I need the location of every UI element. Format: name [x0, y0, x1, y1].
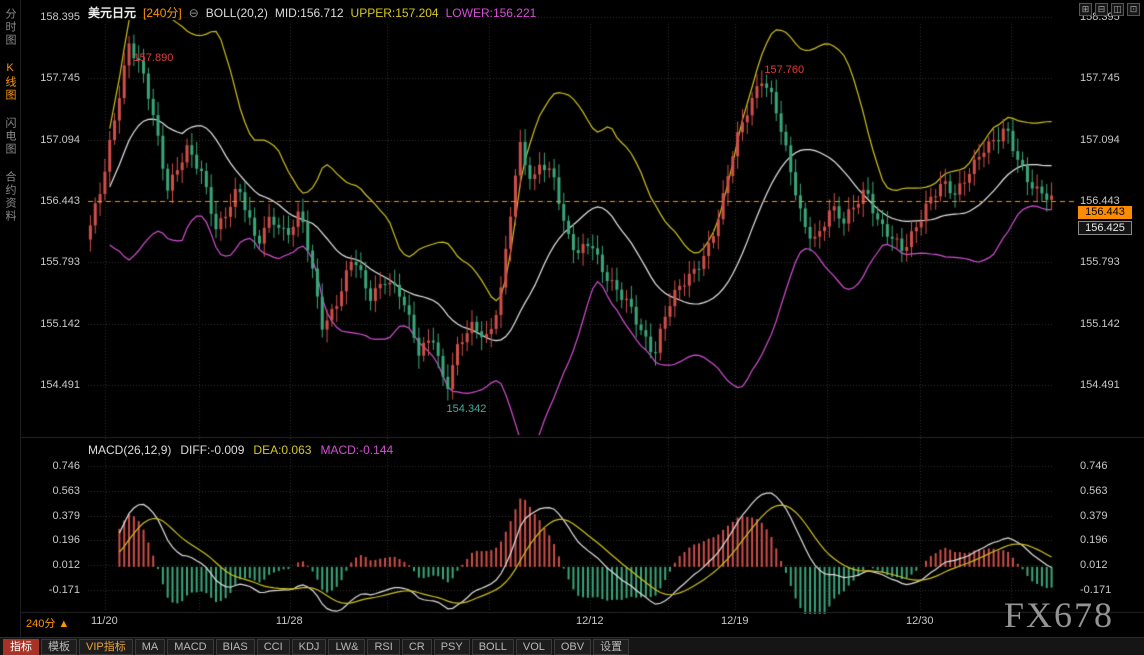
toolbar-item-13[interactable]: VOL: [516, 639, 552, 655]
toolbar-item-0[interactable]: 指标: [3, 639, 39, 655]
layout-split3-icon[interactable]: ◫: [1111, 3, 1124, 16]
chart-canvas[interactable]: [0, 0, 1144, 655]
layout-split2-icon[interactable]: ⊟: [1095, 3, 1108, 16]
chart-app: 158.395158.395157.745157.745157.094157.0…: [0, 0, 1144, 655]
sidebar-item-time-chart[interactable]: 分时图: [2, 8, 18, 47]
chart-header: 美元日元 [240分] ⊖ BOLL(20,2) MID:156.712 UPP…: [88, 4, 536, 21]
toolbar-item-14[interactable]: OBV: [554, 639, 591, 655]
window-layout-icons: ⊞⊟◫⊡: [1079, 3, 1140, 16]
toolbar-item-15[interactable]: 设置: [593, 639, 629, 655]
toolbar-item-7[interactable]: KDJ: [292, 639, 327, 655]
toolbar-item-3[interactable]: MA: [135, 639, 166, 655]
toolbar-item-12[interactable]: BOLL: [472, 639, 514, 655]
period-label[interactable]: [240分]: [143, 4, 182, 21]
period-selector-arrow-icon: ▲: [58, 618, 69, 630]
macd-dea-value: DEA:0.063: [253, 443, 311, 457]
layout-single-icon[interactable]: ⊞: [1079, 3, 1092, 16]
sidebar-item-contract-info[interactable]: 合约资料: [2, 171, 18, 223]
collapse-icon[interactable]: ⊖: [189, 6, 199, 20]
watermark: FX678: [1004, 594, 1114, 636]
boll-lower-value: LOWER:156.221: [446, 6, 537, 20]
sidebar: 分时图 K线图 闪电图 合约资料: [0, 0, 21, 644]
toolbar-item-8[interactable]: LW&: [328, 639, 365, 655]
boll-mid-value: MID:156.712: [275, 6, 344, 20]
layout-split4-icon[interactable]: ⊡: [1127, 3, 1140, 16]
macd-diff-value: DIFF:-0.009: [180, 443, 244, 457]
macd-label: MACD(26,12,9): [88, 443, 171, 457]
toolbar-item-11[interactable]: PSY: [434, 639, 470, 655]
toolbar-item-5[interactable]: BIAS: [216, 639, 255, 655]
sidebar-item-flash-chart[interactable]: 闪电图: [2, 117, 18, 156]
bottom-toolbar: 指标模板VIP指标MAMACDBIASCCIKDJLW&RSICRPSYBOLL…: [0, 637, 1144, 655]
toolbar-item-6[interactable]: CCI: [257, 639, 290, 655]
macd-macd-value: MACD:-0.144: [320, 443, 393, 457]
boll-upper-value: UPPER:157.204: [351, 6, 439, 20]
toolbar-item-2[interactable]: VIP指标: [79, 639, 133, 655]
toolbar-item-10[interactable]: CR: [402, 639, 432, 655]
period-selector-label: 240分: [26, 618, 55, 630]
period-selector[interactable]: 240分 ▲: [26, 615, 69, 631]
toolbar-item-1[interactable]: 模板: [41, 639, 77, 655]
sidebar-item-kline-chart[interactable]: K线图: [2, 62, 18, 102]
toolbar-item-9[interactable]: RSI: [367, 639, 399, 655]
toolbar-item-4[interactable]: MACD: [167, 639, 213, 655]
symbol-name: 美元日元: [88, 4, 136, 21]
boll-label: BOLL(20,2): [206, 6, 268, 20]
macd-header: MACD(26,12,9) DIFF:-0.009 DEA:0.063 MACD…: [88, 443, 393, 457]
